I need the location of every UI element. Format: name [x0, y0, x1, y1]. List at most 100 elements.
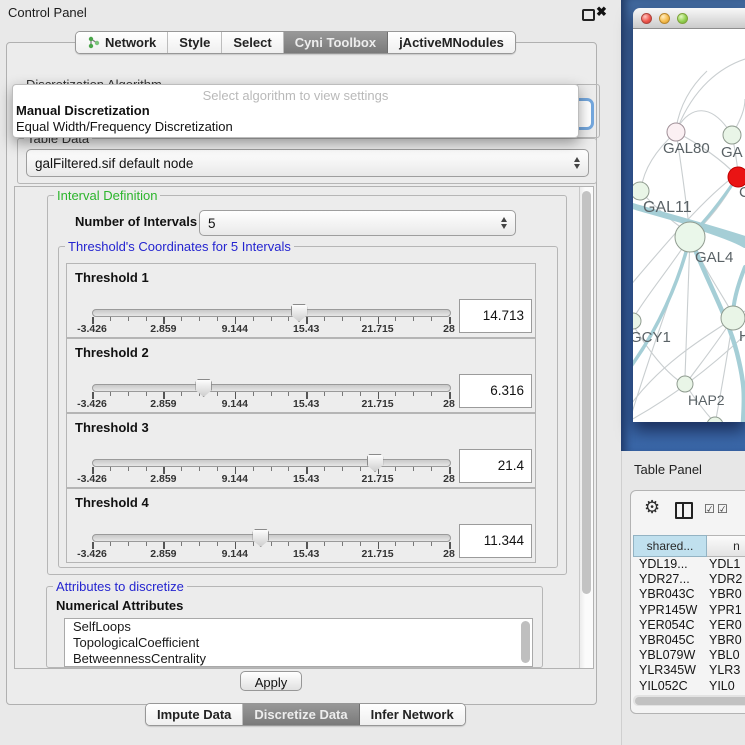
cell-name: YDL1	[709, 557, 740, 572]
threshold-label: Threshold 3	[75, 420, 149, 435]
table-row[interactable]: YBR043CYBR0	[633, 587, 745, 602]
vertical-scrollbar[interactable]	[579, 187, 593, 668]
cell-name: YBR0	[709, 587, 742, 602]
node-label: GAL11	[643, 199, 692, 216]
attribute-list-item[interactable]: BetweennessCentrality	[65, 651, 532, 667]
network-node[interactable]	[677, 376, 693, 392]
node-label: GAL4	[695, 249, 733, 266]
tick-mark	[431, 542, 432, 546]
tick-mark	[431, 467, 432, 471]
node-label: GCY1	[633, 329, 671, 346]
gear-icon[interactable]: ⚙	[644, 497, 660, 518]
threshold-value-field[interactable]: 14.713	[459, 299, 532, 333]
horizontal-scrollbar[interactable]	[633, 695, 745, 706]
settings-scroll-viewport: Interval Definition Number of Intervals …	[14, 186, 594, 669]
zoom-window-icon[interactable]	[677, 13, 688, 24]
slider-thumb[interactable]	[252, 529, 269, 547]
float-window-icon[interactable]	[582, 9, 595, 21]
column-header-name[interactable]: n	[707, 535, 745, 557]
list-scrollbar-thumb[interactable]	[521, 621, 530, 663]
cell-name: YER0	[709, 618, 742, 633]
split-columns-icon[interactable]	[675, 502, 693, 519]
table-data-combobox[interactable]: galFiltered.sif default node	[26, 149, 589, 177]
tab-jactivemnodules[interactable]: jActiveMNodules	[388, 32, 515, 53]
table-row[interactable]: YER054CYER0	[633, 618, 745, 633]
network-node[interactable]	[633, 313, 641, 329]
menu-item-manual-discretization[interactable]: Manual Discretization	[16, 103, 150, 118]
network-node[interactable]	[675, 222, 705, 252]
tab-discretize-data[interactable]: Discretize Data	[243, 704, 359, 725]
tick-mark	[253, 467, 254, 471]
attribute-list-item[interactable]: SelfLoops	[65, 619, 532, 635]
node-label: H	[739, 328, 745, 345]
tab-select[interactable]: Select	[222, 32, 283, 53]
tick-mark	[128, 542, 129, 546]
node-label: GAL80	[663, 140, 710, 157]
tick-mark	[146, 542, 147, 546]
tick-mark	[342, 542, 343, 546]
tick-mark	[271, 467, 272, 471]
table-row[interactable]: YLR345WYLR3	[633, 663, 745, 678]
table-row[interactable]: YIL052CYIL0	[633, 679, 745, 693]
vertical-scrollbar-thumb[interactable]	[582, 191, 591, 594]
cell-shared-name: YBL079W	[639, 648, 695, 663]
table-row[interactable]: YPR145WYPR1	[633, 603, 745, 618]
tick-mark	[324, 467, 325, 471]
threshold-value-field[interactable]: 11.344	[459, 524, 532, 558]
tick-mark	[342, 467, 343, 471]
tab-style[interactable]: Style	[168, 32, 222, 53]
tab-impute-data[interactable]: Impute Data	[146, 704, 243, 725]
network-edge-thick	[633, 237, 690, 369]
horizontal-scrollbar-thumb[interactable]	[635, 697, 745, 705]
tick-label: 21.715	[350, 398, 406, 410]
slider-track[interactable]	[92, 384, 451, 392]
tick-label: 15.43	[278, 473, 334, 485]
algorithm-dropdown-popup: Select algorithm to view settings Manual…	[12, 84, 579, 138]
tick-label: 21.715	[350, 548, 406, 560]
tick-mark	[395, 467, 396, 471]
apply-button[interactable]: Apply	[240, 671, 302, 691]
tab-label: Network	[105, 35, 156, 50]
table-rows: YDL19... YDL1YDR27...YDR2YBR043CYBR0YPR14…	[633, 557, 745, 693]
tab-infer-network[interactable]: Infer Network	[360, 704, 465, 725]
table-row[interactable]: YDR27...YDR2	[633, 572, 745, 587]
network-node[interactable]	[707, 417, 723, 422]
slider-track[interactable]	[92, 309, 451, 317]
table-row[interactable]: YDL19... YDL1	[633, 557, 745, 572]
table-data-value: galFiltered.sif default node	[27, 156, 569, 171]
threshold-value-field[interactable]: 21.4	[459, 449, 532, 483]
tick-label: 15.43	[278, 398, 334, 410]
checkbox-icon[interactable]: ☑	[704, 502, 715, 516]
thresholds-group-title: Threshold's Coordinates for 5 Intervals	[65, 239, 294, 254]
tab-cyni-toolbox[interactable]: Cyni Toolbox	[284, 32, 388, 53]
minimize-window-icon[interactable]	[659, 13, 670, 24]
tick-label: 2.859	[135, 548, 191, 560]
close-window-icon[interactable]	[641, 13, 652, 24]
table-row[interactable]: YBL079WYBL0	[633, 648, 745, 663]
slider-thumb[interactable]	[291, 304, 308, 322]
network-node[interactable]	[667, 123, 685, 141]
menu-item-equal-width-frequency[interactable]: Equal Width/Frequency Discretization	[16, 119, 233, 134]
slider-thumb[interactable]	[367, 454, 384, 472]
network-node[interactable]	[633, 182, 649, 200]
checkbox-icon[interactable]: ☑	[717, 502, 728, 516]
tick-mark	[181, 317, 182, 321]
slider-track[interactable]	[92, 534, 451, 542]
table-row[interactable]: YBR045CYBR0	[633, 633, 745, 648]
column-header-shared-name[interactable]: shared...	[633, 535, 707, 557]
network-window-titlebar[interactable]	[633, 8, 745, 29]
slider-thumb[interactable]	[195, 379, 212, 397]
attribute-list-item[interactable]: TopologicalCoefficient	[65, 635, 532, 651]
tick-label: 21.715	[350, 473, 406, 485]
number-of-intervals-combobox[interactable]: 5	[199, 210, 516, 236]
slider-track[interactable]	[92, 459, 451, 467]
network-node[interactable]	[723, 126, 741, 144]
numerical-attributes-list[interactable]: SelfLoopsTopologicalCoefficientBetweenne…	[64, 618, 533, 667]
close-panel-icon[interactable]: ✖	[596, 4, 607, 20]
threshold-value-field[interactable]: 6.316	[459, 374, 532, 408]
network-node[interactable]	[721, 306, 745, 330]
network-canvas[interactable]: GAL80GACGAL11GAL4GCY1HHAP2	[633, 29, 745, 422]
tab-network[interactable]: Network	[76, 32, 168, 53]
cell-shared-name: YDL19...	[639, 557, 688, 572]
tick-mark	[271, 317, 272, 321]
